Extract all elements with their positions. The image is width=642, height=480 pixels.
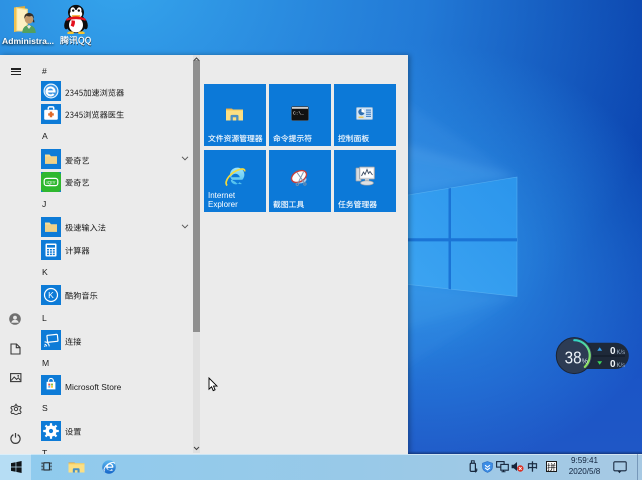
svg-text:C:\_: C:\_: [293, 111, 304, 117]
svg-text:38: 38: [565, 348, 582, 368]
svg-text:K/s: K/s: [617, 350, 626, 356]
svg-text:K: K: [48, 290, 54, 300]
svg-text:0: 0: [610, 359, 616, 370]
svg-text:0: 0: [610, 346, 616, 357]
svg-text:IQIY: IQIY: [46, 180, 55, 185]
svg-text:K/s: K/s: [617, 363, 626, 369]
svg-text:%: %: [582, 359, 588, 366]
